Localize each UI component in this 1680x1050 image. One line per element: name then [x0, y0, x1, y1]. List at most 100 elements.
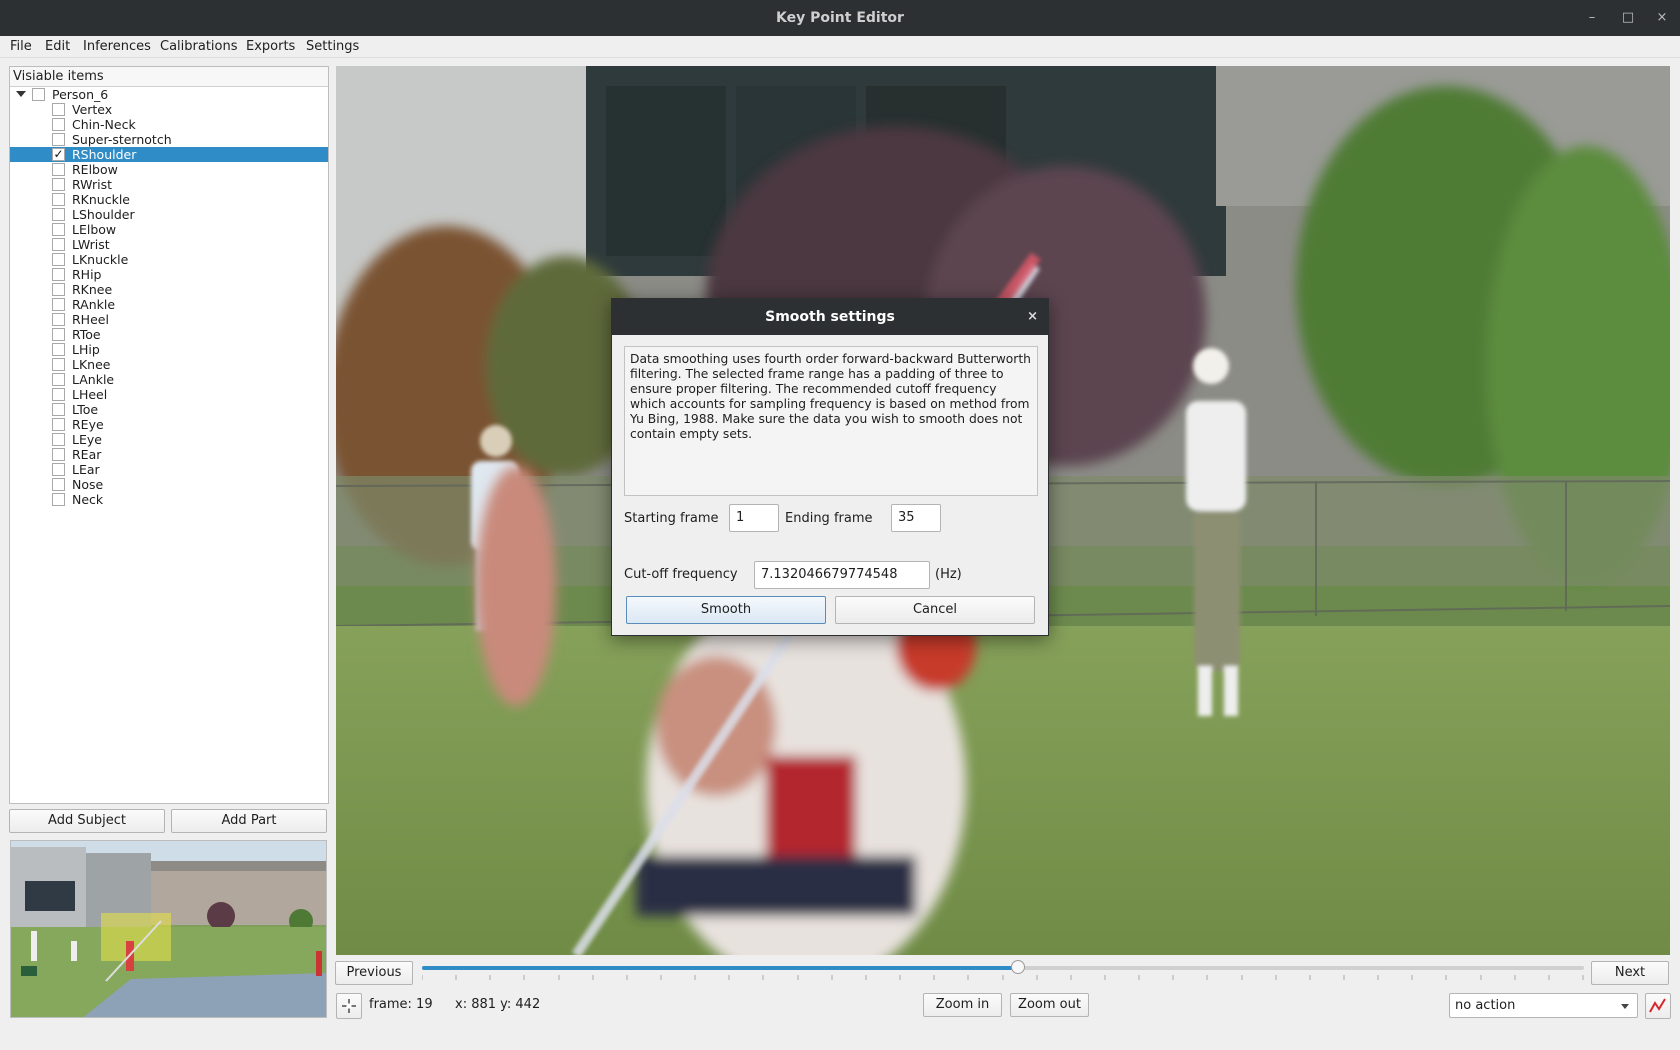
tree-item-lwrist[interactable]: LWrist [10, 237, 328, 252]
menu-inferences[interactable]: Inferences [83, 39, 151, 54]
item-checkbox[interactable] [52, 463, 65, 476]
item-checkbox[interactable] [52, 118, 65, 131]
item-checkbox[interactable] [52, 448, 65, 461]
ending-frame-input[interactable]: 35 [891, 504, 941, 532]
tree-item-leye[interactable]: LEye [10, 432, 328, 447]
item-label: REye [72, 417, 104, 432]
menu-settings[interactable]: Settings [306, 39, 359, 54]
starting-frame-label: Starting frame [624, 511, 719, 526]
maximize-button[interactable]: □ [1618, 8, 1638, 28]
tree-item-rknee[interactable]: RKnee [10, 282, 328, 297]
tree-item-rheel[interactable]: RHeel [10, 312, 328, 327]
item-checkbox[interactable] [52, 433, 65, 446]
item-label: LToe [72, 402, 99, 417]
action-select-value: no action [1455, 998, 1516, 1013]
tree-item-rknuckle[interactable]: RKnuckle [10, 192, 328, 207]
frame-slider[interactable] [422, 960, 1584, 974]
item-checkbox[interactable] [52, 268, 65, 281]
cutoff-frequency-input[interactable]: 7.132046679774548 [754, 561, 930, 589]
item-checkbox[interactable] [52, 163, 65, 176]
frame-slider-fill [422, 966, 1019, 970]
minimize-button[interactable]: – [1582, 8, 1602, 28]
dialog-close-button[interactable]: × [1027, 299, 1038, 335]
tree-item-rtoe[interactable]: RToe [10, 327, 328, 342]
cutoff-unit-label: (Hz) [935, 567, 962, 582]
item-checkbox[interactable] [52, 283, 65, 296]
tree-item-rwrist[interactable]: RWrist [10, 177, 328, 192]
add-subject-button[interactable]: Add Subject [9, 809, 165, 833]
chart-button[interactable] [1645, 993, 1671, 1019]
tree-item-neck[interactable]: Neck [10, 492, 328, 507]
menu-edit[interactable]: Edit [45, 39, 70, 54]
tree-item-rshoulder[interactable]: ✓ RShoulder [10, 147, 328, 162]
smooth-button[interactable]: Smooth [626, 596, 826, 624]
zoom-out-button[interactable]: Zoom out [1010, 993, 1089, 1017]
tree-item-rhip[interactable]: RHip [10, 267, 328, 282]
close-window-button[interactable]: × [1652, 8, 1672, 28]
frame-slider-handle[interactable] [1011, 960, 1026, 974]
tree-item-lknuckle[interactable]: LKnuckle [10, 252, 328, 267]
tree-item-rear[interactable]: REar [10, 447, 328, 462]
item-label: Super-sternotch [72, 132, 172, 147]
expand-arrow-icon[interactable] [16, 91, 26, 97]
item-checkbox[interactable] [52, 253, 65, 266]
item-checkbox[interactable] [52, 178, 65, 191]
item-checkbox[interactable] [52, 193, 65, 206]
item-checkbox[interactable] [52, 313, 65, 326]
item-checkbox[interactable] [52, 343, 65, 356]
item-checkbox[interactable] [52, 403, 65, 416]
tree-item-lelbow[interactable]: LElbow [10, 222, 328, 237]
item-checkbox[interactable] [52, 103, 65, 116]
tree-item-lear[interactable]: LEar [10, 462, 328, 477]
menu-file[interactable]: File [10, 39, 32, 54]
item-checkbox[interactable]: ✓ [52, 148, 65, 161]
item-checkbox[interactable] [52, 238, 65, 251]
item-checkbox[interactable] [52, 328, 65, 341]
tree-item-rankle[interactable]: RAnkle [10, 297, 328, 312]
item-checkbox[interactable] [52, 388, 65, 401]
overview-thumbnail[interactable] [10, 840, 327, 1018]
item-checkbox[interactable] [52, 418, 65, 431]
visible-items-tree[interactable]: Visiable items Person_6 Vertex Chin-Neck S… [9, 66, 329, 804]
subject-checkbox[interactable] [32, 88, 45, 101]
tree-item-chin-neck[interactable]: Chin-Neck [10, 117, 328, 132]
tree-item-lknee[interactable]: LKnee [10, 357, 328, 372]
next-button[interactable]: Next [1591, 961, 1669, 985]
menu-calibrations[interactable]: Calibrations [160, 39, 238, 54]
item-label: RHeel [72, 312, 109, 327]
subject-label: Person_6 [52, 87, 109, 102]
item-checkbox[interactable] [52, 208, 65, 221]
item-checkbox[interactable] [52, 133, 65, 146]
cursor-coordinates: x: 881 y: 442 [455, 997, 541, 1012]
tree-item-lankle[interactable]: LAnkle [10, 372, 328, 387]
zoom-in-button[interactable]: Zoom in [923, 993, 1002, 1017]
item-checkbox[interactable] [52, 373, 65, 386]
item-checkbox[interactable] [52, 298, 65, 311]
tree-item-reye[interactable]: REye [10, 417, 328, 432]
menu-exports[interactable]: Exports [246, 39, 295, 54]
item-label: RKnee [72, 282, 113, 297]
tree-item-lheel[interactable]: LHeel [10, 387, 328, 402]
tree-item-relbow[interactable]: RElbow [10, 162, 328, 177]
action-select[interactable]: no action [1449, 993, 1638, 1018]
previous-button[interactable]: Previous [335, 961, 413, 985]
add-part-button[interactable]: Add Part [171, 809, 327, 833]
tree-item-ltoe[interactable]: LToe [10, 402, 328, 417]
item-checkbox[interactable] [52, 223, 65, 236]
item-checkbox[interactable] [52, 493, 65, 506]
smoothing-description: Data smoothing uses fourth order forward… [624, 346, 1038, 496]
item-label: LHip [72, 342, 100, 357]
starting-frame-input[interactable]: 1 [729, 504, 779, 532]
item-checkbox[interactable] [52, 478, 65, 491]
tree-item-lhip[interactable]: LHip [10, 342, 328, 357]
tree-item-nose[interactable]: Nose [10, 477, 328, 492]
crosshair-tool-button[interactable] [336, 993, 362, 1019]
tree-item-super-sternotch[interactable]: Super-sternotch [10, 132, 328, 147]
dialog-title: Smooth settings [765, 309, 895, 325]
cancel-button[interactable]: Cancel [835, 596, 1035, 624]
tree-item-vertex[interactable]: Vertex [10, 102, 328, 117]
item-label: RAnkle [72, 297, 116, 312]
tree-item-lshoulder[interactable]: LShoulder [10, 207, 328, 222]
item-checkbox[interactable] [52, 358, 65, 371]
tree-subject-row[interactable]: Person_6 [10, 87, 328, 102]
